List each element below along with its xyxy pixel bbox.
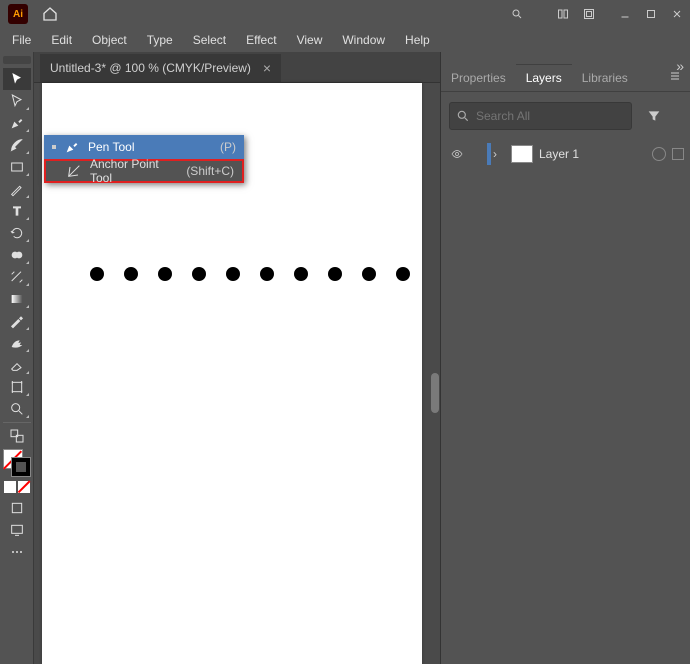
menu-file[interactable]: File	[2, 29, 41, 51]
dot-shape[interactable]	[192, 267, 206, 281]
rectangle-tool[interactable]	[3, 156, 31, 178]
anchor-point-icon	[66, 163, 82, 179]
stroke-swatch[interactable]	[11, 457, 31, 477]
dot-shape[interactable]	[158, 267, 172, 281]
dot-shape[interactable]	[294, 267, 308, 281]
flyout-pen-tool[interactable]: Pen Tool (P)	[44, 135, 244, 159]
dot-shape[interactable]	[260, 267, 274, 281]
gradient-tool[interactable]	[3, 288, 31, 310]
draw-mode-icon[interactable]	[3, 497, 31, 519]
artboard[interactable]: Pen Tool (P) Anchor Point Tool (Shift+C)	[42, 83, 422, 664]
dot-shape[interactable]	[226, 267, 240, 281]
filter-icon[interactable]	[640, 102, 668, 130]
search-icon	[456, 109, 470, 123]
edit-toolbar-icon[interactable]	[3, 541, 31, 563]
panel-overflow-icon[interactable]: »	[676, 58, 684, 74]
scrollbar-thumb[interactable]	[431, 373, 439, 413]
right-panel: » Properties Layers Libraries › Layer 1	[440, 52, 690, 664]
flyout-item-label: Anchor Point Tool	[90, 157, 178, 185]
color-mode-icon[interactable]	[4, 481, 16, 493]
search-icon-global[interactable]	[504, 3, 530, 25]
document-tabbar: Untitled-3* @ 100 % (CMYK/Preview) ×	[34, 52, 440, 82]
home-icon[interactable]	[36, 3, 64, 25]
dot-shape[interactable]	[328, 267, 342, 281]
close-tab-icon[interactable]: ×	[263, 60, 271, 76]
layers-search[interactable]	[449, 102, 632, 130]
layer-row[interactable]: › Layer 1	[441, 140, 690, 168]
type-tool[interactable]	[3, 200, 31, 222]
visibility-icon[interactable]	[447, 148, 467, 160]
menubar: File Edit Object Type Select Effect View…	[0, 28, 690, 52]
menu-window[interactable]: Window	[332, 29, 395, 51]
document-tab-label: Untitled-3* @ 100 % (CMYK/Preview)	[50, 61, 251, 75]
screen-mode-icon[interactable]	[3, 519, 31, 541]
toggle-fill-stroke[interactable]	[3, 425, 31, 447]
flyout-item-shortcut: (Shift+C)	[186, 164, 234, 178]
symbol-sprayer-tool[interactable]	[3, 332, 31, 354]
maximize-button[interactable]	[638, 3, 664, 25]
shape-builder-tool[interactable]	[3, 244, 31, 266]
tab-layers[interactable]: Layers	[516, 64, 572, 91]
menu-edit[interactable]: Edit	[41, 29, 82, 51]
document-tab[interactable]: Untitled-3* @ 100 % (CMYK/Preview) ×	[40, 54, 281, 82]
titlebar: Ai	[0, 0, 690, 28]
menu-select[interactable]: Select	[183, 29, 236, 51]
eyedropper-tool[interactable]	[3, 310, 31, 332]
tools-panel	[0, 52, 34, 664]
fill-stroke-swatch[interactable]	[3, 449, 31, 477]
paintbrush-tool[interactable]	[3, 178, 31, 200]
layer-thumbnail[interactable]	[511, 145, 533, 163]
canvas-area[interactable]: Pen Tool (P) Anchor Point Tool (Shift+C)	[34, 82, 440, 664]
pen-icon	[64, 139, 80, 155]
none-mode-icon[interactable]	[18, 481, 30, 493]
tab-libraries[interactable]: Libraries	[572, 65, 638, 91]
menu-view[interactable]: View	[287, 29, 333, 51]
dot-shape[interactable]	[362, 267, 376, 281]
flyout-item-label: Pen Tool	[88, 140, 212, 154]
arrange-docs-icon[interactable]	[550, 3, 576, 25]
dot-shape[interactable]	[124, 267, 138, 281]
menu-help[interactable]: Help	[395, 29, 440, 51]
workspace-icon[interactable]	[576, 3, 602, 25]
selection-box-icon[interactable]	[672, 148, 684, 160]
dot-shape[interactable]	[90, 267, 104, 281]
target-icon[interactable]	[652, 147, 666, 161]
eraser-tool[interactable]	[3, 354, 31, 376]
close-button[interactable]	[664, 3, 690, 25]
layer-color-bar	[487, 143, 491, 165]
menu-effect[interactable]: Effect	[236, 29, 286, 51]
active-bullet-icon	[52, 145, 56, 149]
panel-tabs: Properties Layers Libraries	[441, 64, 690, 92]
vertical-scrollbar[interactable]	[430, 83, 440, 664]
direct-selection-tool[interactable]	[3, 90, 31, 112]
selection-tool[interactable]	[3, 68, 31, 90]
menu-object[interactable]: Object	[82, 29, 137, 51]
rotate-tool[interactable]	[3, 222, 31, 244]
chevron-right-icon[interactable]: ›	[493, 147, 505, 161]
layer-name[interactable]: Layer 1	[539, 147, 652, 161]
flyout-item-shortcut: (P)	[220, 140, 236, 154]
menu-type[interactable]: Type	[137, 29, 183, 51]
pen-tool[interactable]	[3, 112, 31, 134]
tools-grip[interactable]	[3, 56, 31, 64]
curvature-tool[interactable]	[3, 134, 31, 156]
search-input[interactable]	[476, 109, 631, 123]
minimize-button[interactable]	[612, 3, 638, 25]
zoom-tool[interactable]	[3, 398, 31, 420]
width-tool[interactable]	[3, 266, 31, 288]
pen-tool-flyout: Pen Tool (P) Anchor Point Tool (Shift+C)	[44, 135, 244, 183]
dot-shape[interactable]	[396, 267, 410, 281]
artwork-dots	[90, 267, 410, 281]
panel-menu-icon[interactable]	[660, 70, 690, 85]
tab-properties[interactable]: Properties	[441, 65, 516, 91]
app-icon: Ai	[8, 4, 28, 24]
flyout-anchor-point-tool[interactable]: Anchor Point Tool (Shift+C)	[44, 159, 244, 183]
artboard-tool[interactable]	[3, 376, 31, 398]
